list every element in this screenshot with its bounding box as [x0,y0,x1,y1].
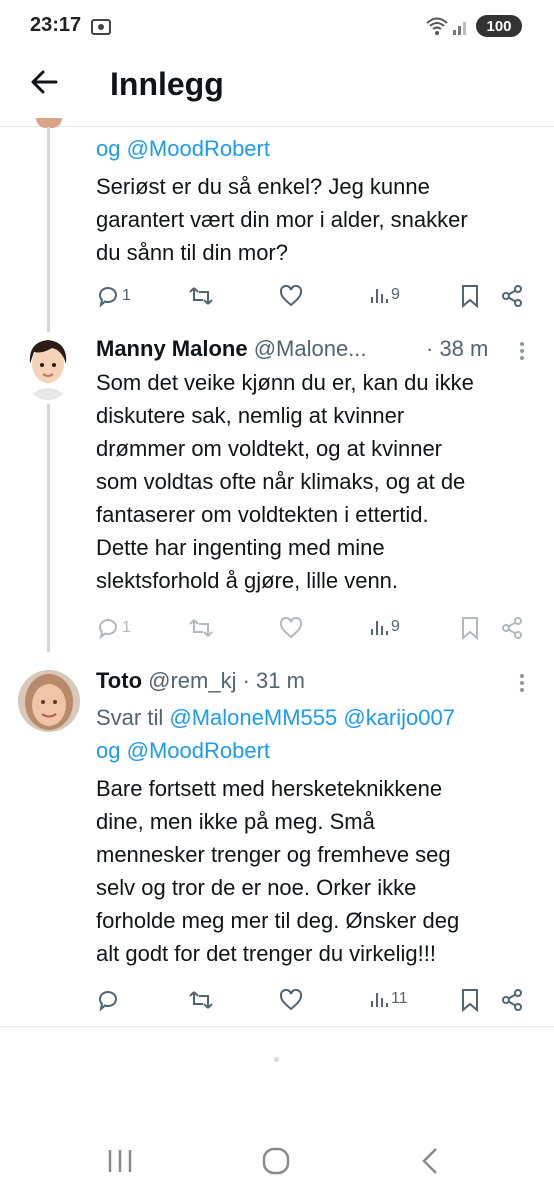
tweet-line: dine, men ikke på meg. Små [96,809,375,834]
more-options-icon[interactable] [518,340,526,362]
tweet-line: garantert vært din mor i alder, snakker [96,207,468,232]
wifi-icon [426,17,448,35]
tweet-line: forholde meg mer til deg. Ønsker deg [96,908,460,933]
reply-icon [99,619,117,640]
avatar[interactable] [18,670,80,732]
profile-photo-icon [18,670,80,732]
views-button[interactable]: 11 [369,989,408,1009]
mention-link[interactable]: @MoodRobert [127,738,270,763]
views-count: 9 [391,618,400,635]
battery-level: 100 [486,17,512,35]
mention-link[interactable]: @karijo007 [343,705,455,730]
username[interactable]: @Malone... [254,336,367,361]
tweet-line: diskutere sak, nemlig at kvinner [96,403,405,428]
username[interactable]: @rem_kj [148,668,236,693]
back-icon[interactable] [420,1147,440,1175]
cartoon-avatar-icon [29,340,67,400]
mention-link[interactable]: @MaloneMM555 [169,705,337,730]
bookmark-icon[interactable] [460,988,480,1012]
tweet2-header: Manny Malone @Malone... [96,336,367,362]
reply-icon[interactable] [96,988,120,1012]
status-time: 23:17 [30,14,82,36]
share-icon[interactable] [500,284,524,308]
views-icon [371,289,388,303]
loading-dot [274,1057,279,1062]
back-arrow-icon[interactable] [28,66,60,98]
reply-prefix: Svar til [96,705,164,730]
reply-context-tail[interactable]: og @MoodRobert [96,132,541,165]
tweet-line: slektsforhold å gjøre, lille venn. [96,568,399,593]
tweet-line: selv og tror de er noe. Orker ikke [96,875,417,900]
reply-and: og [96,738,121,763]
reply-context-line2: og @MoodRobert [96,734,541,767]
views-icon [371,993,388,1007]
tweet-line: drømmer om voldtekt, og at kvinner [96,436,443,461]
tweet-line: alt godt for det trenger du virkelig!!! [96,941,436,966]
tweet2-body: Som det veike kjønn du er, kan du ikke d… [96,366,541,597]
tweet-line: mennesker trenger og fremheve seg [96,842,451,867]
tweet3-body: Bare fortsett med hersketeknikkene dine,… [96,772,541,970]
share-icon[interactable] [500,988,524,1012]
tweet-line: som voldtas ofte når klimaks, og at de [96,469,466,494]
reply-button[interactable]: 1 [96,616,131,640]
retweet-icon[interactable] [188,284,214,308]
views-count: 9 [391,286,400,303]
tweet-line: Som det veike kjønn du er, kan du ikke [96,370,474,395]
reply-icon [99,287,117,308]
thread-end-divider [0,1026,554,1027]
like-icon[interactable] [279,617,303,639]
tweet1-body: Seriøst er du så enkel? Jeg kunne garant… [96,170,541,269]
display-name[interactable]: Toto [96,668,142,693]
views-count: 11 [391,990,408,1007]
views-icon [371,621,388,635]
home-icon[interactable] [262,1147,290,1175]
reply-count: 1 [122,619,131,636]
tweet-line: fantaserer om voldtekten i ettertid. [96,502,429,527]
reply-button[interactable]: 1 [96,284,131,308]
thread-line [47,404,50,652]
like-icon[interactable] [279,285,303,307]
views-button[interactable]: 9 [369,285,400,305]
display-name[interactable]: Manny Malone [96,336,248,361]
signal-icon [453,22,466,35]
views-button[interactable]: 9 [369,617,400,637]
tweet3-header: Toto @rem_kj · 31 m [96,668,305,694]
tweet-line: Dette har ingenting med mine [96,535,385,560]
tweet-line: Seriøst er du så enkel? Jeg kunne [96,174,430,199]
retweet-icon[interactable] [188,616,214,640]
reply-count: 1 [122,287,131,304]
page-title: Innlegg [110,66,224,102]
timestamp: · 38 m [426,336,489,361]
header-divider [0,126,554,127]
screen-record-icon [91,19,111,35]
share-icon[interactable] [500,616,524,640]
bookmark-icon[interactable] [460,284,480,308]
reply-context: Svar til @MaloneMM555 @karijo007 [96,701,541,734]
battery-indicator: 100 [476,15,522,37]
tweet-line: Bare fortsett med hersketeknikkene [96,776,443,801]
avatar[interactable] [22,334,74,400]
more-options-icon[interactable] [518,672,526,694]
recent-apps-icon[interactable] [106,1148,134,1174]
bookmark-icon[interactable] [460,616,480,640]
thread-line [47,127,50,332]
retweet-icon[interactable] [188,988,214,1012]
tweet-line: du sånn til din mor? [96,240,288,265]
timestamp: · 31 m [242,668,305,693]
like-icon[interactable] [279,989,303,1011]
